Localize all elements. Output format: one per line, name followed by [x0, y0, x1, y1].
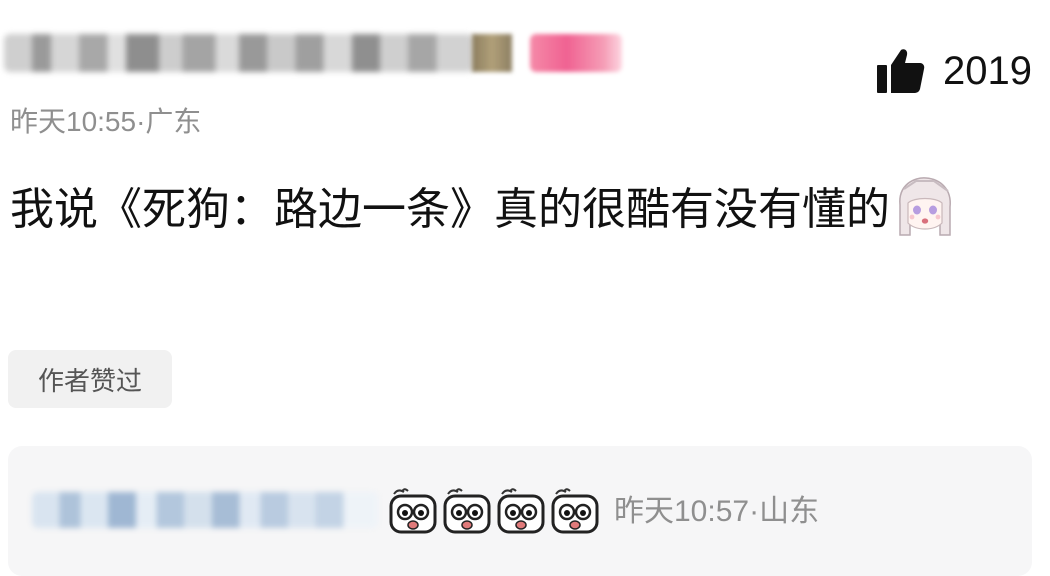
blurred-reply-username[interactable] — [32, 492, 378, 528]
author-liked-badge: 作者赞过 — [8, 350, 172, 408]
reply-time-location: 昨天10:57·山东 — [614, 495, 820, 528]
staring-face-icon — [389, 488, 437, 534]
reply-preview[interactable]: 昨天10:57·山东 — [8, 446, 1032, 576]
like-count: 2019 — [943, 49, 1032, 93]
blurred-level-badge — [530, 34, 622, 72]
staring-face-icon — [497, 488, 545, 534]
reply-emoji-row — [388, 488, 600, 534]
comment-body[interactable]: 我说《死狗：路边一条》真的很酷有没有懂的 — [10, 170, 1020, 250]
staring-face-icon — [443, 488, 491, 534]
blurred-username[interactable] — [4, 34, 474, 72]
anime-girl-sticker-icon — [894, 175, 956, 237]
comment-time-location: 昨天10:55·广东 — [10, 106, 202, 137]
like-button[interactable]: 2019 — [877, 48, 1032, 94]
comment-text: 我说《死狗：路边一条》真的很酷有没有懂的 — [10, 184, 890, 235]
comment-header: 2019 — [0, 18, 1050, 93]
thumbs-up-icon — [877, 49, 925, 93]
staring-face-icon — [551, 488, 599, 534]
blurred-avatar-badge — [472, 34, 512, 72]
